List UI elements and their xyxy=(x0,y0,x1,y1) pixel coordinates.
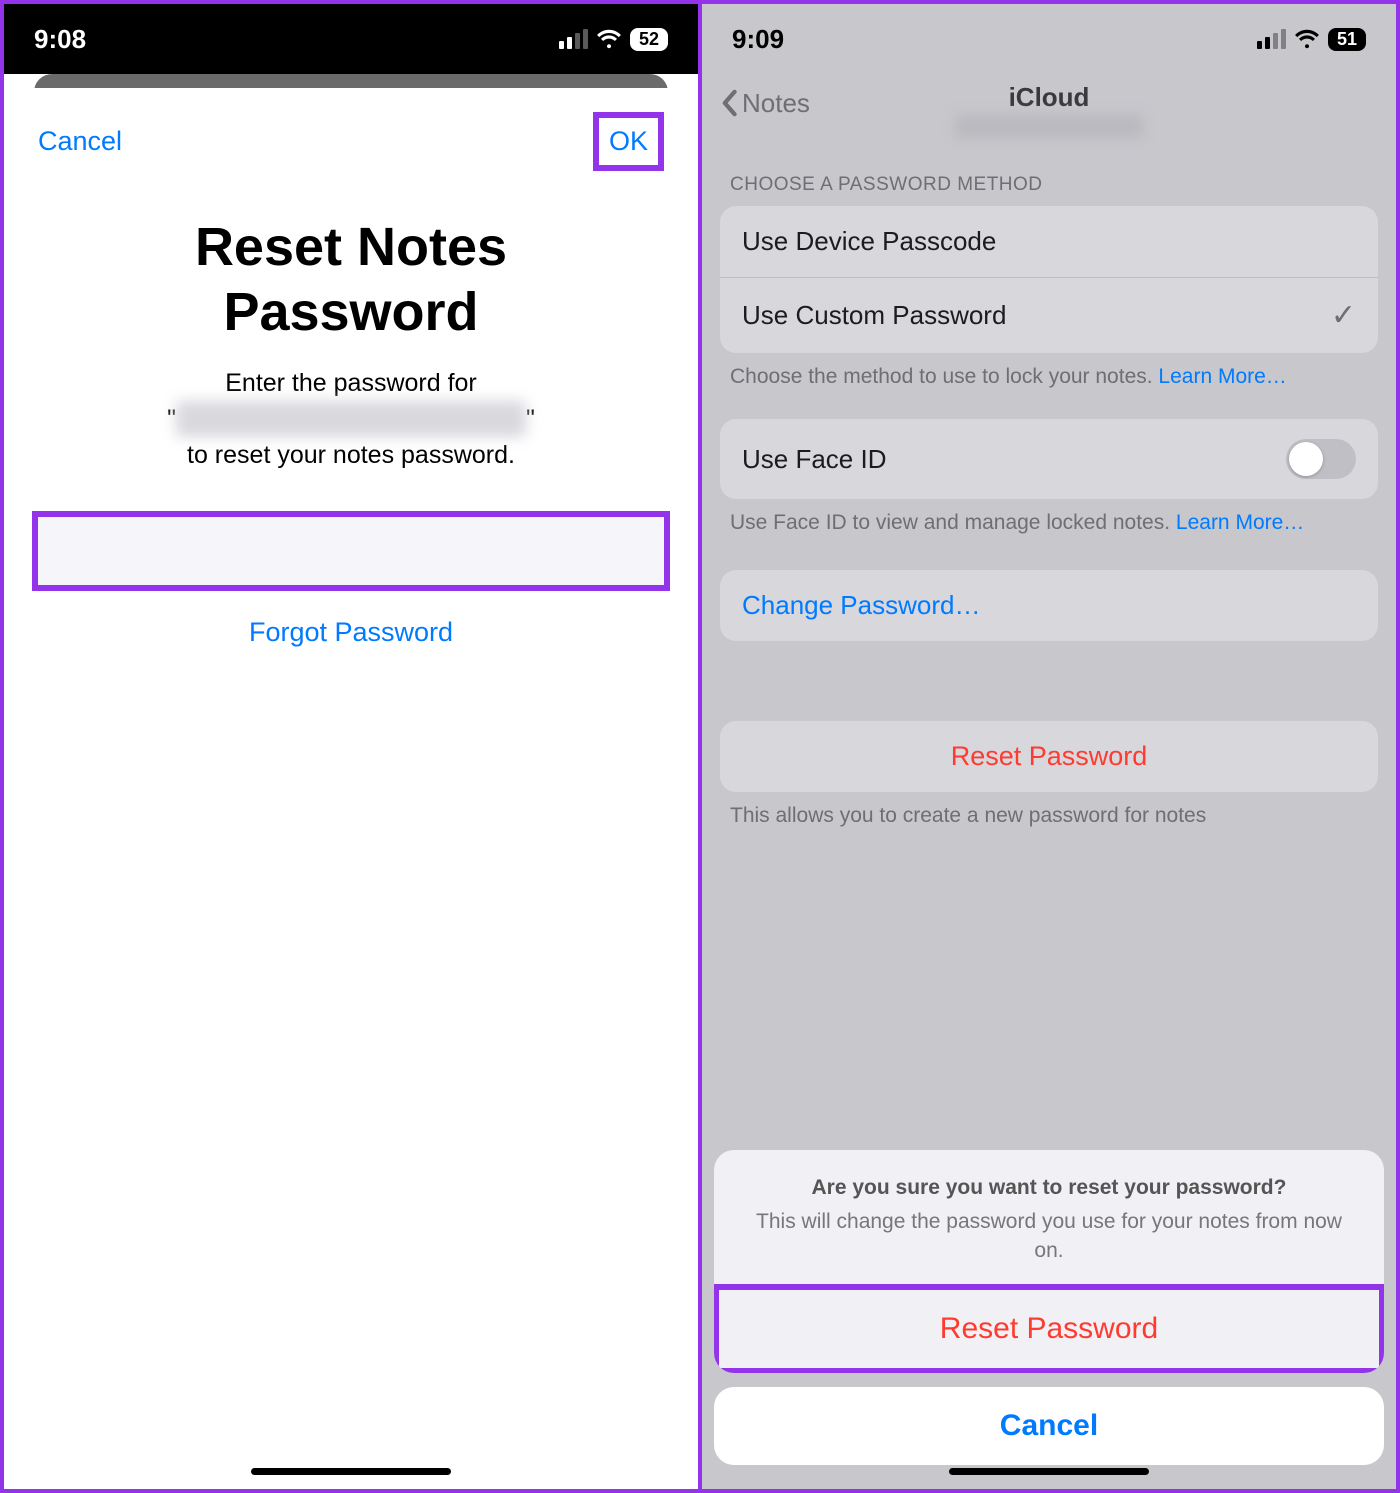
settings-nav: Notes iCloud xxxxxxxxxxxxxxxxxx xyxy=(702,74,1396,134)
phone-right: 9:09 51 Notes iCloud xxxxxxxxxxxxxxxxxx … xyxy=(700,4,1396,1489)
status-time: 9:08 xyxy=(34,24,86,55)
status-icons: 52 xyxy=(559,26,668,52)
cellular-icon xyxy=(559,29,588,49)
nav-title: iCloud xyxy=(955,82,1143,113)
row-label: Use Face ID xyxy=(742,444,887,475)
row-use-face-id[interactable]: Use Face ID xyxy=(720,419,1378,499)
desc-line-1: Enter the password for xyxy=(225,369,477,397)
row-label: Use Device Passcode xyxy=(742,226,996,257)
home-indicator[interactable] xyxy=(251,1468,451,1475)
learn-more-link[interactable]: Learn More… xyxy=(1158,365,1286,388)
status-bar: 9:09 51 xyxy=(702,4,1396,74)
reset-description: Enter the password for "xxxxxxxxxxxxxxxx… xyxy=(54,365,648,474)
phone-left: 9:08 52 Cancel OK Reset Notes Password E… xyxy=(4,4,700,1489)
redacted-email: xxxxxxxxxxxxxxxxxxxxxxxxxxxx xyxy=(176,401,526,437)
wifi-icon xyxy=(596,26,622,52)
row-use-custom-password[interactable]: Use Custom Password ✓ xyxy=(720,278,1378,353)
section-header-password-method: CHOOSE A PASSWORD METHOD xyxy=(702,134,1396,206)
wifi-icon xyxy=(1294,26,1320,52)
footer-text: Choose the method to use to lock your no… xyxy=(730,365,1158,388)
status-bar: 9:08 52 xyxy=(4,4,698,74)
back-label: Notes xyxy=(742,88,810,119)
row-change-password[interactable]: Change Password… xyxy=(720,570,1378,641)
group-reset-password: Reset Password xyxy=(720,721,1378,792)
reset-sheet: Cancel OK Reset Notes Password Enter the… xyxy=(4,88,698,1489)
nav-subtitle-redacted: xxxxxxxxxxxxxxxxxx xyxy=(955,115,1143,138)
reset-password-button[interactable]: Reset Password xyxy=(714,1284,1384,1373)
toggle-knob xyxy=(1289,442,1323,476)
footer-text: Use Face ID to view and manage locked no… xyxy=(730,511,1176,534)
status-icons: 51 xyxy=(1257,26,1366,52)
row-label: Reset Password xyxy=(951,741,1148,772)
settings-screen: Notes iCloud xxxxxxxxxxxxxxxxxx CHOOSE A… xyxy=(702,74,1396,1489)
desc-line-3: to reset your notes password. xyxy=(187,441,515,469)
battery-icon: 52 xyxy=(630,28,668,51)
section-footer-password-method: Choose the method to use to lock your no… xyxy=(702,353,1396,391)
cancel-button[interactable]: Cancel xyxy=(38,126,122,157)
desc-quote-open: " xyxy=(167,405,176,433)
status-time: 9:09 xyxy=(732,24,784,55)
desc-quote-close: " xyxy=(526,405,535,433)
cellular-icon xyxy=(1257,29,1286,49)
back-button[interactable]: Notes xyxy=(720,88,810,119)
group-faceid: Use Face ID xyxy=(720,419,1378,499)
action-sheet-explain: This will change the password you use fo… xyxy=(742,1208,1356,1265)
title-line-2: Password xyxy=(223,282,478,342)
forgot-password-link[interactable]: Forgot Password xyxy=(4,617,698,648)
faceid-toggle[interactable] xyxy=(1286,439,1356,479)
page-title: Reset Notes Password xyxy=(44,215,658,345)
row-label: Use Custom Password xyxy=(742,300,1006,331)
password-input[interactable] xyxy=(38,517,664,585)
cancel-button[interactable]: Cancel xyxy=(714,1387,1384,1465)
row-label: Change Password… xyxy=(742,590,980,621)
title-line-1: Reset Notes xyxy=(195,217,507,277)
checkmark-icon: ✓ xyxy=(1331,298,1356,333)
group-change-password: Change Password… xyxy=(720,570,1378,641)
action-sheet-card: Are you sure you want to reset your pass… xyxy=(714,1150,1384,1373)
chevron-left-icon xyxy=(720,89,738,117)
row-use-device-passcode[interactable]: Use Device Passcode xyxy=(720,206,1378,278)
battery-icon: 51 xyxy=(1328,28,1366,51)
ok-button[interactable]: OK xyxy=(609,126,648,157)
section-footer-reset: This allows you to create a new password… xyxy=(702,792,1396,830)
sheet-nav: Cancel OK xyxy=(4,88,698,185)
ok-button-highlight: OK xyxy=(593,112,664,171)
group-password-method: Use Device Passcode Use Custom Password … xyxy=(720,206,1378,353)
learn-more-link[interactable]: Learn More… xyxy=(1176,511,1304,534)
row-reset-password[interactable]: Reset Password xyxy=(720,721,1378,792)
action-sheet-text: Are you sure you want to reset your pass… xyxy=(714,1150,1384,1285)
password-field-highlight xyxy=(32,511,670,591)
section-footer-faceid: Use Face ID to view and manage locked no… xyxy=(702,499,1396,537)
action-sheet-question: Are you sure you want to reset your pass… xyxy=(742,1176,1356,1200)
action-sheet: Are you sure you want to reset your pass… xyxy=(702,1150,1396,1489)
home-indicator[interactable] xyxy=(949,1468,1149,1475)
nav-title-stack: iCloud xxxxxxxxxxxxxxxxxx xyxy=(955,82,1143,138)
